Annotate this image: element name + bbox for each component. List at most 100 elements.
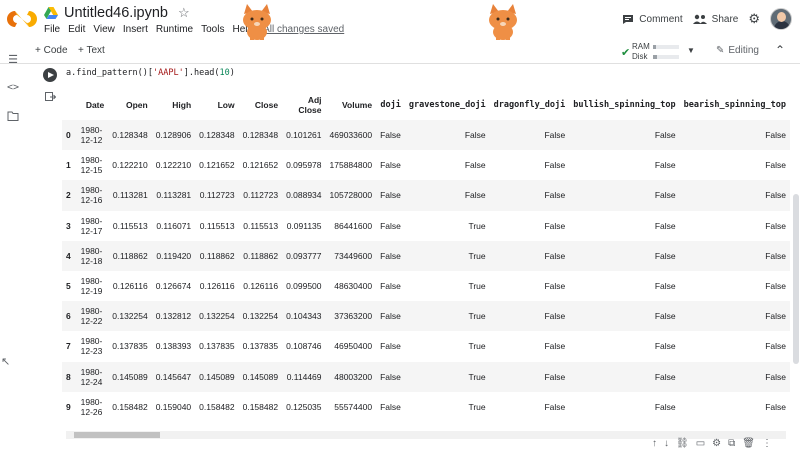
column-header-index	[62, 90, 75, 120]
link-icon[interactable]: ⛓	[676, 438, 689, 449]
gear-icon[interactable]: ⚙	[712, 438, 721, 449]
vertical-scroll-thumb[interactable]	[793, 194, 799, 364]
code-snippets-icon[interactable]: <>	[7, 82, 19, 94]
cell-bullish-spinning-top: False	[654, 160, 676, 171]
vertical-scrollbar[interactable]	[792, 64, 800, 450]
cell-high: 0.145647	[151, 361, 196, 392]
comment-icon	[623, 14, 634, 24]
cell-low: 0.128348	[195, 120, 239, 151]
cell-open: 0.158482	[112, 401, 148, 412]
toc-icon[interactable]: ☰	[7, 54, 19, 66]
pencil-icon: ✎	[716, 45, 725, 56]
notebook-toolbar: + Code + Text ✔ RAM Disk ▼ ✎ Editing ⌃	[0, 40, 800, 64]
dropdown-icon[interactable]: ▼	[687, 46, 695, 55]
cell-volume: 48630400	[334, 281, 373, 292]
table-row: 5 1980-12-19 0.126116 0.126674 0.126116 0.126…	[62, 271, 790, 301]
output-icon[interactable]	[45, 92, 56, 102]
more-icon[interactable]: ⋮	[762, 438, 772, 449]
cell-close: 0.137835	[242, 341, 279, 352]
cell-bearish-spinning-top: False	[679, 180, 790, 211]
menu-tools[interactable]: Tools	[201, 24, 228, 35]
cell-adj-close: 0.088934	[282, 180, 326, 211]
mirror-cell-icon[interactable]: ⧉	[728, 438, 735, 449]
cell-bearish-spinning-top: False	[679, 361, 790, 392]
column-header-volume: Volume	[341, 100, 373, 110]
column-header-doji: doji	[380, 100, 401, 110]
cell-adj-close: 0.101261	[282, 120, 326, 151]
row-index: 5	[66, 281, 71, 292]
cell-bearish-spinning-top: False	[679, 240, 790, 271]
cell-close: 0.112723	[238, 180, 283, 211]
avatar[interactable]	[770, 8, 792, 30]
cell-dragonfly-doji: False	[489, 120, 570, 151]
ram-fill	[653, 44, 657, 49]
cell-dragonfly-doji: False	[544, 220, 566, 231]
cell-close: 0.128348	[238, 120, 283, 151]
menu-bar: File Edit View Insert Runtime Tools Help…	[44, 24, 352, 35]
cell-gravestone-doji: True	[468, 281, 486, 292]
comment-label: Comment	[639, 13, 683, 25]
cell-gravestone-doji: False	[464, 160, 486, 171]
code-number: 10	[219, 68, 230, 78]
cell-gravestone-doji: True	[468, 401, 486, 412]
cell-doji: False	[376, 301, 405, 332]
code-line[interactable]: a.find_pattern()['AAPL'].head(10)	[66, 68, 235, 78]
cell-bullish-spinning-top: False	[569, 301, 680, 332]
add-text-button[interactable]: + Text	[78, 45, 105, 56]
cell-volume: 48003200	[325, 361, 377, 392]
cell-high: 0.119420	[151, 240, 196, 271]
cell-date: 1980-12-26	[80, 396, 103, 417]
delete-icon[interactable]: 🗑	[742, 438, 755, 449]
cell-volume: 175884800	[329, 160, 373, 171]
menu-runtime[interactable]: Runtime	[156, 24, 197, 35]
cell-low: 0.126116	[199, 281, 235, 292]
top-bar: Untitled46.ipynb ☆ File Edit View Insert…	[0, 0, 800, 41]
cell-toolbar: ↑ ↓ ⛓ ▭ ⚙ ⧉ 🗑 ⋮	[652, 438, 772, 449]
cell-adj-close: 0.108746	[286, 341, 322, 352]
cell-adj-close: 0.093777	[282, 240, 326, 271]
cell-high: 0.128906	[151, 120, 196, 151]
cell-open: 0.122210	[112, 160, 148, 171]
colab-logo[interactable]	[7, 7, 37, 31]
move-down-icon[interactable]: ↓	[664, 438, 669, 449]
output-table-container[interactable]: Date Open High Low Close Adj Close Volume doji g…	[62, 90, 790, 428]
cell-date: 1980-12-16	[74, 180, 109, 211]
row-index: 7	[66, 341, 71, 352]
comment-button[interactable]: Comment	[622, 13, 683, 25]
star-icon[interactable]: ☆	[178, 5, 190, 21]
menu-insert[interactable]: Insert	[123, 24, 152, 35]
editing-mode-button[interactable]: ✎ Editing	[716, 45, 759, 56]
cell-low: 0.145089	[195, 361, 239, 392]
move-up-icon[interactable]: ↑	[652, 438, 657, 449]
share-icon	[692, 14, 707, 24]
cell-doji: False	[376, 240, 405, 271]
cell-low: 0.132254	[195, 301, 239, 332]
share-button[interactable]: Share	[692, 14, 738, 25]
menu-edit[interactable]: Edit	[68, 24, 89, 35]
cell-dragonfly-doji: False	[544, 401, 566, 412]
cell-adj-close: 0.099500	[286, 281, 322, 292]
comment-cell-icon[interactable]: ▭	[696, 438, 705, 449]
menu-file[interactable]: File	[44, 24, 64, 35]
cell-bearish-spinning-top: False	[679, 120, 790, 151]
notebook-title[interactable]: Untitled46.ipynb	[64, 5, 168, 21]
cell-bearish-spinning-top: False	[765, 220, 786, 231]
drive-icon[interactable]	[44, 7, 58, 19]
gear-icon[interactable]: ⚙	[748, 11, 760, 27]
cell-close: 0.158482	[242, 401, 279, 412]
cell-low: 0.112723	[195, 180, 239, 211]
cell-open: 0.132254	[108, 301, 152, 332]
code-mid: ].head(	[183, 68, 220, 78]
menu-view[interactable]: View	[93, 24, 119, 35]
cell-dragonfly-doji: False	[489, 180, 570, 211]
row-index: 3	[66, 220, 71, 231]
files-icon[interactable]	[7, 110, 19, 122]
run-icon[interactable]	[43, 68, 57, 82]
add-code-button[interactable]: + Code	[35, 45, 68, 56]
disk-bar	[653, 54, 679, 59]
cell-gravestone-doji: True	[404, 301, 490, 332]
table-row: 7 1980-12-23 0.137835 0.138393 0.137835 0.137…	[62, 331, 790, 361]
horizontal-scroll-thumb[interactable]	[74, 432, 160, 438]
collapse-icon[interactable]: ⌃	[775, 43, 785, 57]
cell-bearish-spinning-top: False	[765, 160, 786, 171]
